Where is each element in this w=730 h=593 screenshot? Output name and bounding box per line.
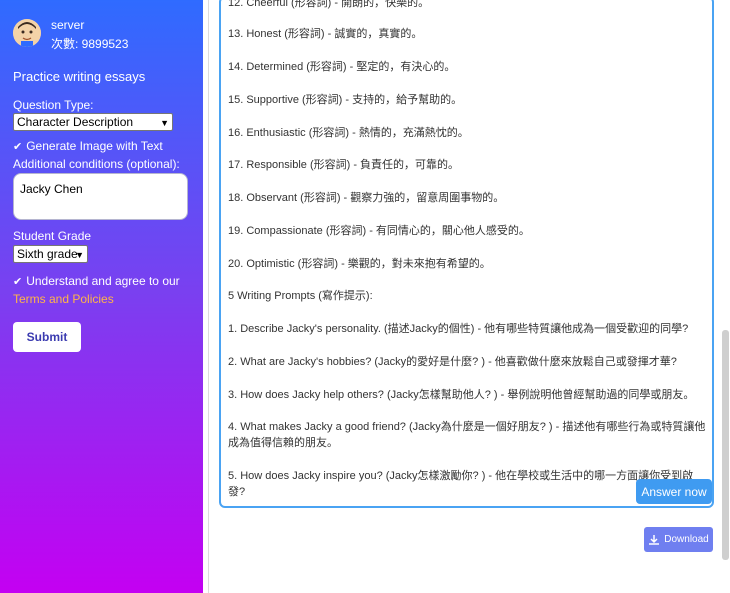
scrollbar[interactable] bbox=[722, 330, 729, 560]
answer-line: 1. Describe Jacky's personality. (描述Jack… bbox=[228, 323, 689, 335]
answer-line: 3. How does Jacky help others? (Jacky怎樣幫… bbox=[228, 389, 695, 401]
student-grade-label: Student Grade bbox=[13, 229, 92, 243]
answer-line: 4. What makes Jacky a good friend? (Jack… bbox=[228, 421, 706, 449]
chevron-down-icon: ▼ bbox=[160, 118, 169, 128]
answer-line: 16. Enthusiastic (形容詞) - 熱情的，充滿熱忱的。 bbox=[228, 127, 469, 139]
submit-button[interactable]: Submit bbox=[13, 322, 81, 352]
answer-line: 15. Supportive (形容詞) - 支持的，給予幫助的。 bbox=[228, 94, 463, 106]
question-type-value: Character Description bbox=[17, 115, 134, 129]
agree-label: Understand and agree to our bbox=[26, 274, 180, 288]
usage-count: 次數: 9899523 bbox=[51, 37, 129, 51]
generate-image-checkbox[interactable]: ✔ Generate Image with Text bbox=[13, 139, 163, 153]
answer-line: 20. Optimistic (形容詞) - 樂觀的，對未來抱有希望的。 bbox=[228, 258, 491, 270]
answer-line: 18. Observant (形容詞) - 觀察力強的，留意周圍事物的。 bbox=[228, 192, 505, 204]
terms-link[interactable]: Terms and Policies bbox=[13, 292, 114, 306]
answer-line: 19. Compassionate (形容詞) - 有同情心的，關心他人感受的。 bbox=[228, 225, 530, 237]
answer-output[interactable]: 12. Cheerful (形容詞) - 開朗的，快樂的。 13. Honest… bbox=[219, 0, 714, 508]
answer-line: 17. Responsible (形容詞) - 負責任的，可靠的。 bbox=[228, 159, 460, 171]
page-title: Practice writing essays bbox=[13, 69, 146, 84]
answer-line: 14. Determined (形容詞) - 堅定的，有決心的。 bbox=[228, 61, 456, 73]
answer-line: 12. Cheerful (形容詞) - 開朗的，快樂的。 bbox=[228, 0, 430, 9]
download-icon bbox=[649, 534, 660, 545]
answer-line: 13. Honest (形容詞) - 誠實的，真實的。 bbox=[228, 28, 423, 40]
answer-line: 5. How does Jacky inspire you? (Jacky怎樣激… bbox=[228, 470, 694, 498]
additional-conditions-label: Additional conditions (optional): bbox=[13, 157, 180, 171]
answer-now-button[interactable]: Answer now bbox=[636, 479, 712, 504]
question-type-label: Question Type: bbox=[13, 98, 94, 112]
chevron-down-icon: ▼ bbox=[75, 250, 84, 260]
answer-line: 2. What are Jacky's hobbies? (Jacky的愛好是什… bbox=[228, 356, 677, 368]
student-grade-select[interactable]: Sixth grade ▼ bbox=[13, 245, 88, 263]
additional-conditions-input[interactable]: Jacky Chen bbox=[13, 173, 188, 220]
user-name: server bbox=[51, 18, 85, 32]
question-type-select[interactable]: Character Description ▼ bbox=[13, 113, 173, 131]
generate-image-label: Generate Image with Text bbox=[26, 139, 163, 153]
agree-checkbox[interactable]: ✔ Understand and agree to our bbox=[13, 274, 180, 288]
check-icon: ✔ bbox=[13, 140, 23, 153]
download-button[interactable]: Download bbox=[644, 527, 713, 552]
answer-line: 5 Writing Prompts (寫作提示): bbox=[228, 290, 373, 302]
check-icon: ✔ bbox=[13, 275, 23, 288]
student-grade-value: Sixth grade bbox=[17, 247, 78, 261]
download-label: Download bbox=[664, 534, 709, 545]
sidebar: server 次數: 9899523 Practice writing essa… bbox=[0, 0, 203, 593]
avatar bbox=[13, 19, 41, 47]
